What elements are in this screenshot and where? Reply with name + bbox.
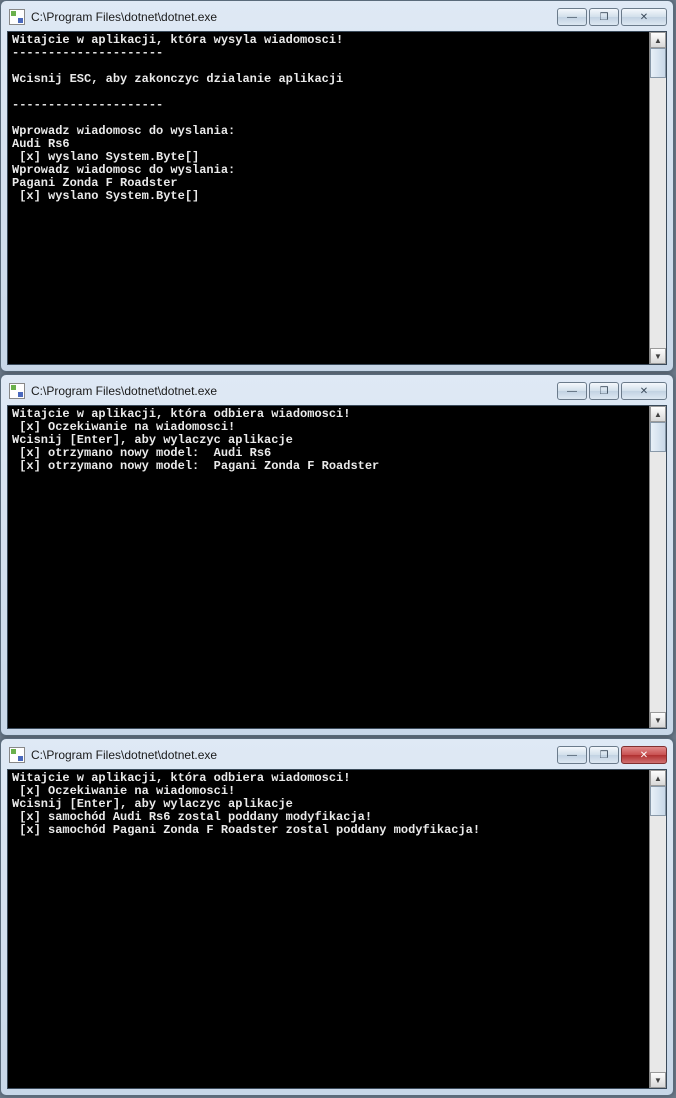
maximize-button-glyph: ❐: [600, 386, 609, 397]
minimize-button-glyph: —: [567, 386, 577, 397]
scroll-track[interactable]: [650, 422, 666, 712]
app-icon: [9, 383, 25, 399]
titlebar[interactable]: C:\Program Files\dotnet\dotnet.exe — ❐ ✕: [7, 7, 667, 31]
minimize-button-glyph: —: [567, 12, 577, 23]
console-output[interactable]: Witajcie w aplikacji, która wysyla wiado…: [8, 32, 649, 364]
console-line: [x] samochód Pagani Zonda F Roadster zos…: [12, 824, 645, 837]
vertical-scrollbar[interactable]: ▲▼: [649, 32, 666, 364]
scroll-down-button[interactable]: ▼: [650, 712, 666, 728]
vertical-scrollbar[interactable]: ▲▼: [649, 770, 666, 1088]
window-controls: — ❐ ✕: [555, 8, 667, 26]
scroll-up-button[interactable]: ▲: [650, 770, 666, 786]
maximize-button[interactable]: ❐: [589, 8, 619, 26]
chevron-up-icon: ▲: [654, 410, 662, 419]
close-button[interactable]: ✕: [621, 746, 667, 764]
app-icon: [9, 747, 25, 763]
scroll-down-button[interactable]: ▼: [650, 348, 666, 364]
console-line: Wprowadz wiadomosc do wyslania:: [12, 125, 645, 138]
console-frame: Witajcie w aplikacji, która odbiera wiad…: [7, 405, 667, 729]
vertical-scrollbar[interactable]: ▲▼: [649, 406, 666, 728]
window-title: C:\Program Files\dotnet\dotnet.exe: [31, 748, 555, 762]
console-line: [x] wyslano System.Byte[]: [12, 190, 645, 203]
app-icon: [9, 9, 25, 25]
close-button-glyph: ✕: [640, 12, 648, 23]
console-line: [x] otrzymano nowy model: Pagani Zonda F…: [12, 460, 645, 473]
chevron-up-icon: ▲: [654, 36, 662, 45]
maximize-button[interactable]: ❐: [589, 746, 619, 764]
console-line: ---------------------: [12, 47, 645, 60]
console-frame: Witajcie w aplikacji, która wysyla wiado…: [7, 31, 667, 365]
close-button-glyph: ✕: [640, 750, 648, 761]
scroll-thumb[interactable]: [650, 48, 666, 78]
minimize-button[interactable]: —: [557, 382, 587, 400]
minimize-button[interactable]: —: [557, 8, 587, 26]
console-window: C:\Program Files\dotnet\dotnet.exe — ❐ ✕ Wit…: [0, 0, 674, 372]
maximize-button[interactable]: ❐: [589, 382, 619, 400]
chevron-down-icon: ▼: [654, 352, 662, 361]
maximize-button-glyph: ❐: [600, 750, 609, 761]
window-title: C:\Program Files\dotnet\dotnet.exe: [31, 384, 555, 398]
window-title: C:\Program Files\dotnet\dotnet.exe: [31, 10, 555, 24]
console-line: ---------------------: [12, 99, 645, 112]
scroll-thumb[interactable]: [650, 786, 666, 816]
maximize-button-glyph: ❐: [600, 12, 609, 23]
close-button[interactable]: ✕: [621, 8, 667, 26]
console-window: C:\Program Files\dotnet\dotnet.exe — ❐ ✕ Wit…: [0, 374, 674, 736]
scroll-track[interactable]: [650, 786, 666, 1072]
close-button-glyph: ✕: [640, 386, 648, 397]
console-output[interactable]: Witajcie w aplikacji, która odbiera wiad…: [8, 406, 649, 728]
scroll-up-button[interactable]: ▲: [650, 32, 666, 48]
console-line: Wcisnij ESC, aby zakonczyc dzialanie apl…: [12, 73, 645, 86]
console-frame: Witajcie w aplikacji, która odbiera wiad…: [7, 769, 667, 1089]
scroll-track[interactable]: [650, 48, 666, 348]
scroll-down-button[interactable]: ▼: [650, 1072, 666, 1088]
console-window: C:\Program Files\dotnet\dotnet.exe — ❐ ✕ Wit…: [0, 738, 674, 1096]
window-controls: — ❐ ✕: [555, 382, 667, 400]
minimize-button-glyph: —: [567, 750, 577, 761]
chevron-up-icon: ▲: [654, 774, 662, 783]
close-button[interactable]: ✕: [621, 382, 667, 400]
titlebar[interactable]: C:\Program Files\dotnet\dotnet.exe — ❐ ✕: [7, 381, 667, 405]
console-output[interactable]: Witajcie w aplikacji, która odbiera wiad…: [8, 770, 649, 1088]
titlebar[interactable]: C:\Program Files\dotnet\dotnet.exe — ❐ ✕: [7, 745, 667, 769]
chevron-down-icon: ▼: [654, 716, 662, 725]
scroll-thumb[interactable]: [650, 422, 666, 452]
chevron-down-icon: ▼: [654, 1076, 662, 1085]
window-controls: — ❐ ✕: [555, 746, 667, 764]
scroll-up-button[interactable]: ▲: [650, 406, 666, 422]
minimize-button[interactable]: —: [557, 746, 587, 764]
